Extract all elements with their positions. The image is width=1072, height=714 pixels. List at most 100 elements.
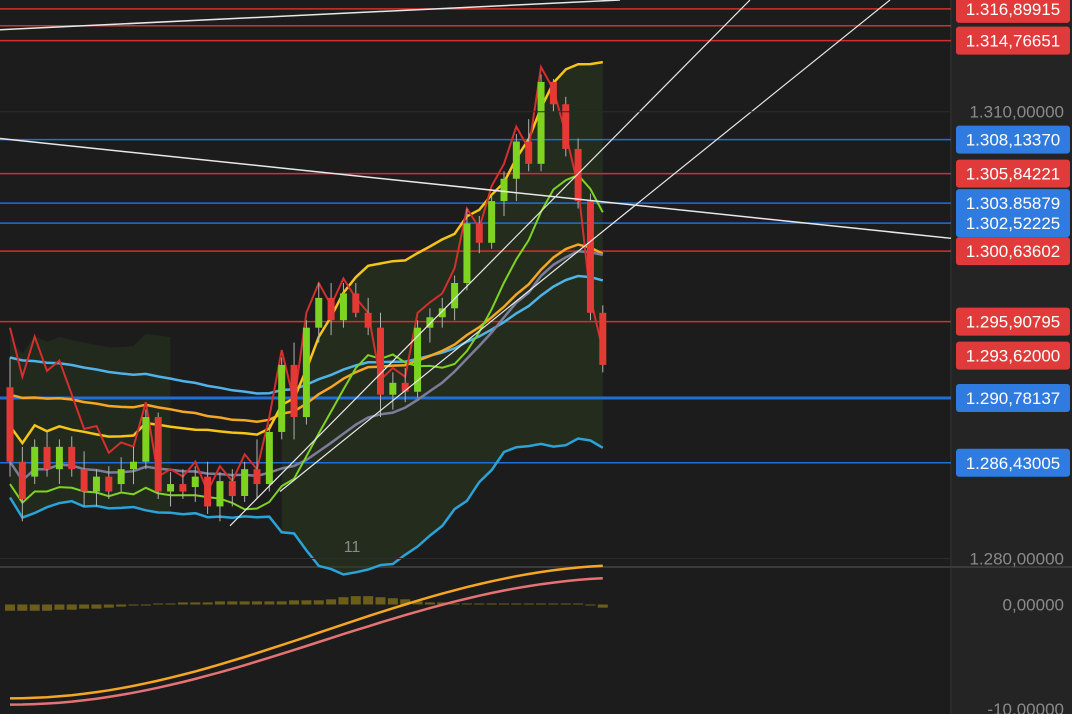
price-label-10: 1.290,78137 [966, 389, 1061, 408]
macd-bar-6 [79, 604, 90, 609]
macd-bar-41 [511, 603, 522, 605]
macd-bar-17 [214, 601, 225, 605]
macd-bar-0 [5, 604, 15, 611]
candle-body-28 [352, 293, 360, 313]
candle-body-30 [377, 327, 384, 395]
candle-body-17 [216, 481, 224, 507]
macd-bar-16 [202, 602, 213, 605]
macd-bar-14 [177, 602, 188, 605]
macd-bar-9 [116, 604, 127, 607]
candle-body-6 [80, 469, 88, 492]
candle-body-45 [562, 104, 570, 149]
candle-body-23 [290, 364, 298, 418]
macd-tick-label-0: 0,00000 [1003, 596, 1064, 615]
macd-bar-12 [153, 603, 164, 605]
macd-bar-28 [350, 596, 361, 605]
candle-body-29 [364, 312, 372, 328]
macd-bar-1 [17, 604, 28, 611]
price-label-3: 1.308,13370 [966, 131, 1061, 150]
candle-body-4 [55, 446, 63, 470]
candle-body-19 [241, 469, 249, 496]
candle-body-12 [154, 417, 162, 492]
candle-body-27 [339, 293, 347, 321]
candle-body-20 [253, 469, 261, 485]
candle-body-48 [599, 312, 607, 365]
y-tick-label-1: 1.280,00000 [969, 550, 1064, 569]
macd-bar-20 [252, 601, 262, 605]
candle-body-13 [167, 484, 175, 492]
macd-bar-42 [523, 603, 534, 605]
price-label-8: 1.295,90795 [966, 313, 1061, 332]
price-label-11: 1.286,43005 [966, 454, 1061, 473]
candle-body-2 [31, 446, 39, 477]
macd-bar-21 [264, 601, 275, 605]
macd-bar-13 [165, 603, 176, 605]
macd-bar-27 [338, 597, 349, 605]
candle-body-40 [500, 178, 508, 202]
price-label-9: 1.293,62000 [966, 347, 1061, 366]
macd-bar-34 [424, 602, 435, 605]
candle-body-14 [179, 484, 187, 492]
macd-bar-24 [301, 600, 312, 605]
candle-body-16 [204, 476, 212, 507]
candle-body-11 [142, 417, 150, 462]
candle-body-47 [586, 201, 594, 313]
candle-body-42 [525, 141, 533, 164]
candle-body-3 [43, 446, 51, 470]
macd-bar-45 [560, 603, 571, 605]
macd-bar-29 [363, 596, 374, 605]
macd-bar-25 [313, 600, 324, 605]
candle-body-18 [228, 481, 236, 496]
candle-body-5 [68, 446, 76, 470]
macd-bar-3 [42, 604, 53, 611]
candle-body-39 [488, 201, 496, 243]
macd-bar-44 [548, 603, 559, 605]
macd-bar-31 [387, 598, 398, 605]
macd-bar-43 [536, 603, 547, 605]
macd-bar-8 [103, 604, 114, 608]
candle-body-43 [537, 81, 545, 164]
macd-bar-37 [461, 603, 472, 605]
candle-body-7 [92, 476, 100, 492]
macd-bar-5 [66, 604, 77, 610]
candle-body-1 [18, 461, 26, 499]
price-label-0: 1.316,89915 [966, 0, 1061, 19]
candle-body-41 [512, 141, 520, 179]
candle-body-37 [463, 223, 471, 283]
candle-body-38 [475, 223, 483, 243]
macd-bar-11 [140, 604, 151, 606]
macd-bar-10 [128, 604, 139, 606]
candle-body-0 [6, 387, 14, 462]
macd-bar-39 [486, 603, 497, 605]
candle-body-10 [130, 461, 137, 470]
macd-bar-18 [227, 601, 238, 605]
macd-tick-label-1: -10,00000 [987, 700, 1064, 714]
price-label-2: 1.314,76651 [966, 32, 1061, 51]
macd-bar-7 [91, 604, 102, 609]
macd-bar-22 [276, 601, 287, 605]
candle-body-9 [117, 469, 125, 485]
macd-bar-19 [239, 601, 250, 605]
macd-bar-4 [54, 604, 65, 610]
y-tick-label-0: 1.310,00000 [969, 103, 1064, 122]
macd-bar-47 [585, 604, 596, 606]
candle-body-21 [265, 431, 273, 485]
macd-bar-26 [326, 599, 337, 605]
candle-body-15 [191, 476, 199, 488]
macd-bar-46 [573, 603, 584, 605]
price-label-7: 1.300,63602 [966, 242, 1061, 261]
macd-bar-15 [190, 602, 201, 605]
candle-body-35 [438, 308, 446, 318]
candle-body-22 [278, 364, 286, 432]
candle-body-25 [315, 297, 323, 328]
candle-body-44 [549, 81, 557, 105]
macd-bar-48 [597, 604, 608, 608]
candle-body-46 [574, 148, 582, 202]
x-tick-label: 11 [344, 539, 361, 556]
macd-bar-2 [29, 604, 40, 611]
trading-chart: 1.310,00000 1.280,00000 0,00000 -10,00000 11… [0, 0, 1072, 714]
macd-bar-23 [289, 600, 300, 605]
price-label-6: 1.302,52225 [966, 214, 1061, 233]
chart-root: 1.310,00000 1.280,00000 0,00000 -10,00000 11… [0, 0, 1072, 714]
candle-body-31 [389, 382, 397, 395]
